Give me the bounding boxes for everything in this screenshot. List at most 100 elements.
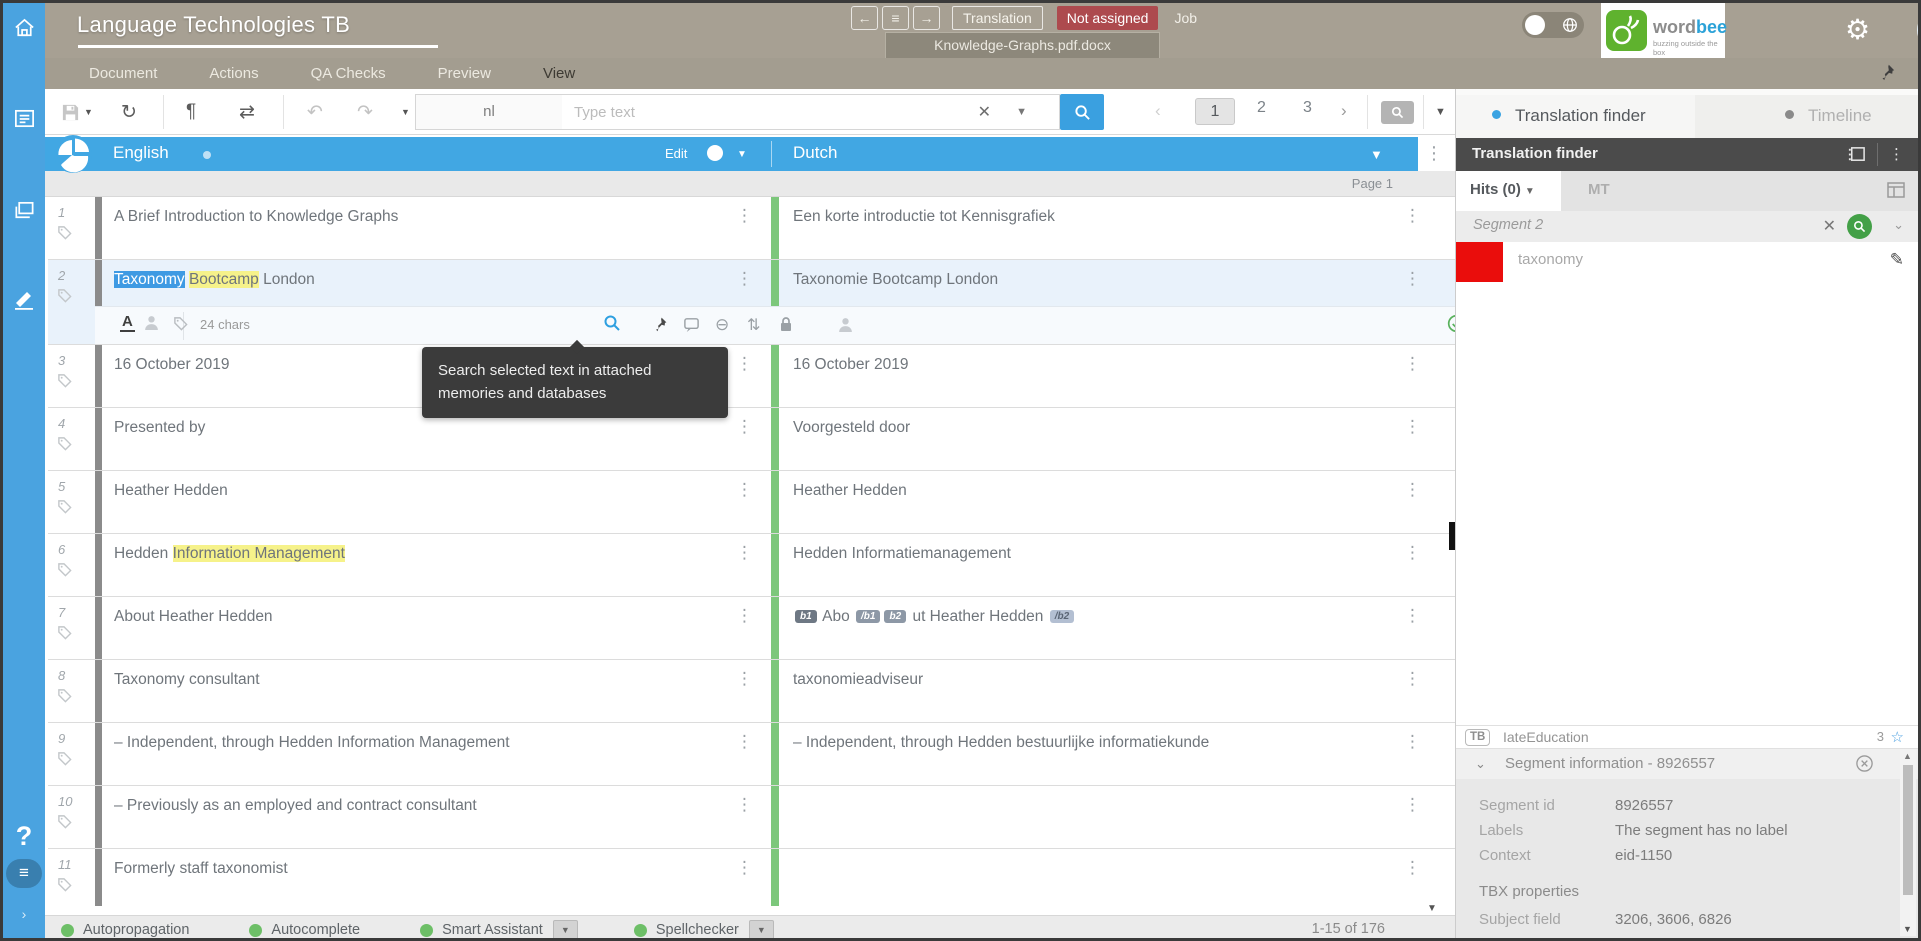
termbase-row[interactable]: TB IateEducation 3 ☆ (1456, 725, 1918, 749)
segment-row-1[interactable]: 1 A Brief Introduction to Knowledge Grap… (48, 197, 1455, 260)
term-hit-row[interactable]: taxonomy ✎ (1456, 242, 1918, 283)
source-row-menu-icon[interactable]: ⋮ (736, 606, 753, 626)
source-text[interactable]: Heather Hedden (114, 482, 755, 500)
layout-icon[interactable] (1886, 180, 1906, 205)
source-row-menu-icon[interactable]: ⋮ (736, 795, 753, 815)
target-row-menu-icon[interactable]: ⋮ (1404, 417, 1421, 437)
target-row-menu-icon[interactable]: ⋮ (1404, 732, 1421, 752)
source-row-menu-icon[interactable]: ⋮ (736, 480, 753, 500)
view-options-caret[interactable]: ▼ (1435, 106, 1446, 118)
source-row-menu-icon[interactable]: ⋮ (736, 669, 753, 689)
target-row-menu-icon[interactable]: ⋮ (1404, 606, 1421, 626)
close-circle-icon[interactable] (1855, 754, 1874, 778)
undo-button[interactable]: ↶ (307, 89, 323, 135)
redo-button[interactable]: ↷ (357, 89, 373, 135)
tag-icon[interactable] (57, 436, 72, 456)
segment-row-3[interactable]: 3 16 October 2019⋮16 October 2019⋮ (48, 345, 1455, 408)
person-icon[interactable] (143, 314, 160, 336)
source-row-menu-icon[interactable]: ⋮ (736, 269, 753, 289)
status-item-smart-assistant[interactable]: Smart Assistant (442, 922, 543, 938)
pie-chart-icon[interactable] (53, 134, 93, 179)
search-page-button[interactable] (1381, 101, 1414, 124)
format-text-icon[interactable]: A (120, 313, 135, 332)
lock-icon[interactable] (779, 316, 793, 337)
source-text[interactable]: About Heather Hedden (114, 608, 755, 626)
tag-icon[interactable] (57, 814, 72, 834)
target-text[interactable]: Hedden Informatiemanagement (793, 545, 1011, 563)
inline-tag-chip[interactable]: /b1 (856, 610, 880, 623)
tag-icon[interactable] (57, 877, 72, 897)
source-row-menu-icon[interactable]: ⋮ (736, 858, 753, 878)
segment-search-icon[interactable] (1847, 214, 1872, 239)
confirm-check-icon[interactable] (1447, 314, 1455, 338)
tab-mt[interactable]: MT (1588, 181, 1610, 198)
edit-term-icon[interactable]: ✎ (1890, 250, 1904, 270)
translation-chip[interactable]: Translation (952, 6, 1043, 30)
status-dropdown-button[interactable]: ▼ (553, 920, 578, 940)
star-icon[interactable]: ☆ (1891, 728, 1904, 746)
tag-icon[interactable] (173, 316, 188, 336)
clear-search-icon[interactable]: ✕ (978, 102, 991, 122)
source-row-menu-icon[interactable]: ⋮ (736, 417, 753, 437)
document-name-tab[interactable]: Knowledge-Graphs.pdf.docx (885, 32, 1160, 59)
search-button[interactable] (1060, 94, 1104, 130)
search-memories-icon[interactable] (603, 314, 621, 337)
source-row-menu-icon[interactable]: ⋮ (736, 732, 753, 752)
page-prev-button[interactable]: ‹ (1155, 101, 1161, 121)
pin-icon[interactable] (1878, 63, 1896, 86)
target-text[interactable]: Voorgesteld door (793, 419, 910, 437)
search-options-caret[interactable]: ▼ (1016, 106, 1027, 118)
panel-scrollbar[interactable]: ▲ ▼ (1900, 749, 1916, 936)
grid-scrollbar[interactable]: ▼ (45, 906, 1455, 916)
tag-icon[interactable] (57, 373, 72, 393)
inline-tag-chip[interactable]: b2 (884, 610, 906, 623)
segment-row-8[interactable]: 8 Taxonomy consultant⋮taxonomieadviseur⋮ (48, 660, 1455, 723)
segment-row-5[interactable]: 5 Heather Hedden⋮Heather Hedden⋮ (48, 471, 1455, 534)
inline-tag-chip[interactable]: /b2 (1050, 610, 1074, 623)
pilcrow-button[interactable]: ¶ (186, 89, 196, 135)
status-item-autocomplete[interactable]: Autocomplete (271, 922, 360, 938)
home-icon[interactable] (3, 17, 45, 40)
prev-arrow-button[interactable]: ← (851, 6, 878, 30)
menu-item-view[interactable]: View (543, 58, 575, 89)
segment-row-11[interactable]: 11 Formerly staff taxonomist⋮⋮ (48, 849, 1455, 906)
target-row-menu-icon[interactable]: ⋮ (1404, 543, 1421, 563)
target-row-menu-icon[interactable]: ⋮ (1404, 354, 1421, 374)
next-arrow-button[interactable]: → (913, 6, 940, 30)
source-text[interactable]: – Independent, through Hedden Informatio… (114, 734, 755, 752)
status-item-spellchecker[interactable]: Spellchecker (656, 922, 739, 938)
documents-icon[interactable] (3, 199, 45, 222)
target-text[interactable]: Taxonomie Bootcamp London (793, 271, 998, 289)
source-text[interactable]: – Previously as an employed and contract… (114, 797, 755, 815)
target-language-label[interactable]: Dutch (793, 143, 837, 163)
gear-icon[interactable]: ⚙ (1845, 13, 1870, 46)
target-column-caret[interactable]: ▼ (1370, 147, 1383, 162)
search-input[interactable] (574, 95, 954, 129)
menu-item-preview[interactable]: Preview (438, 58, 491, 89)
tab-hits[interactable]: Hits (0)▼ (1456, 171, 1561, 211)
target-text[interactable]: – Independent, through Hedden bestuurlij… (793, 734, 1209, 752)
segment-row-9[interactable]: 9 – Independent, through Hedden Informat… (48, 723, 1455, 786)
target-row-menu-icon[interactable]: ⋮ (1404, 480, 1421, 500)
target-text[interactable]: Een korte introductie tot Kennisgrafiek (793, 208, 1055, 226)
splitter-handle[interactable] (1449, 522, 1455, 550)
tab-timeline[interactable]: Timeline (1695, 95, 1918, 138)
segment-row-4[interactable]: 4 Presented by⋮Voorgesteld door⋮ (48, 408, 1455, 471)
segment-row-2[interactable]: 2 Taxonomy Bootcamp London⋮Taxonomie Boo… (48, 260, 1455, 345)
status-dropdown-button[interactable]: ▼ (749, 920, 774, 940)
segment-info-header[interactable]: ⌄ Segment information - 8926557 (1456, 749, 1918, 779)
menu-item-document[interactable]: Document (89, 58, 157, 89)
target-text[interactable]: b1 Abo /b1b2 ut Heather Hedden /b2 (793, 608, 1076, 626)
inline-tag-chip[interactable]: b1 (795, 610, 817, 623)
page-button-2[interactable]: 2 (1257, 99, 1266, 117)
status-item-autopropagation[interactable]: Autopropagation (83, 922, 189, 938)
language-toggle[interactable] (1522, 12, 1584, 38)
scroll-down-icon[interactable]: ▼ (1903, 924, 1912, 934)
tag-icon[interactable] (57, 288, 72, 308)
target-text[interactable]: 16 October 2019 (793, 356, 908, 374)
source-text[interactable]: A Brief Introduction to Knowledge Graphs (114, 208, 755, 226)
menu-item-actions[interactable]: Actions (209, 58, 258, 89)
avatar[interactable] (1917, 10, 1921, 50)
split-segment-icon[interactable]: ⇅ (747, 315, 760, 335)
tag-icon[interactable] (57, 688, 72, 708)
